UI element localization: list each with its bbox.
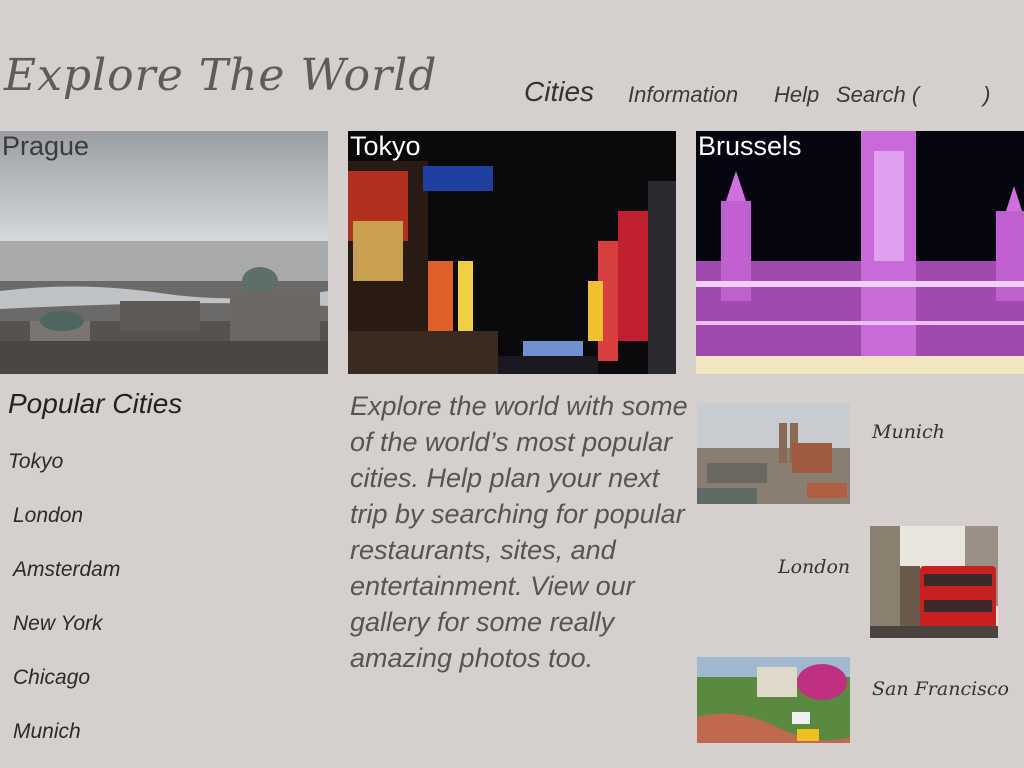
prague-image — [0, 131, 328, 374]
nav-search: Search () — [836, 82, 990, 108]
brussels-image — [696, 131, 1024, 374]
london-image — [870, 526, 998, 638]
hero-brussels[interactable]: Brussels — [696, 131, 1024, 374]
site-title: Explore The World — [4, 50, 438, 101]
search-input[interactable] — [921, 82, 982, 108]
san-francisco-thumbnail-label: San Francisco — [872, 678, 1009, 700]
hero-label: Prague — [2, 131, 90, 161]
hero-label: Brussels — [698, 131, 802, 161]
popular-city-link[interactable]: Amsterdam — [13, 558, 120, 582]
munich-thumbnail-label: Munich — [872, 421, 945, 443]
hero-label: Tokyo — [350, 131, 421, 161]
tokyo-image — [348, 131, 676, 374]
hero-tokyo[interactable]: Tokyo — [348, 131, 676, 374]
popular-cities-heading: Popular Cities — [8, 388, 183, 419]
san-francisco-image — [697, 657, 850, 743]
munich-image — [697, 403, 850, 504]
popular-city-link[interactable]: New York — [13, 612, 103, 636]
nav-information-link[interactable]: Information — [628, 82, 738, 108]
popular-city-link[interactable]: London — [13, 504, 83, 528]
popular-city-link[interactable]: Munich — [13, 720, 81, 744]
search-close-paren: ) — [983, 82, 991, 107]
popular-city-link[interactable]: Tokyo — [8, 450, 63, 474]
nav-help-link[interactable]: Help — [774, 82, 819, 108]
hero-prague[interactable]: Prague — [0, 131, 328, 374]
nav-cities-link[interactable]: Cities — [524, 76, 594, 108]
popular-city-link[interactable]: Chicago — [13, 666, 90, 690]
search-open-paren-label: Search ( — [836, 82, 920, 107]
san-francisco-thumbnail[interactable] — [697, 657, 850, 743]
munich-thumbnail[interactable] — [697, 403, 850, 504]
london-thumbnail-label: London — [778, 556, 851, 578]
london-thumbnail[interactable] — [870, 526, 998, 638]
intro-description: Explore the world with some of the world… — [350, 391, 688, 673]
